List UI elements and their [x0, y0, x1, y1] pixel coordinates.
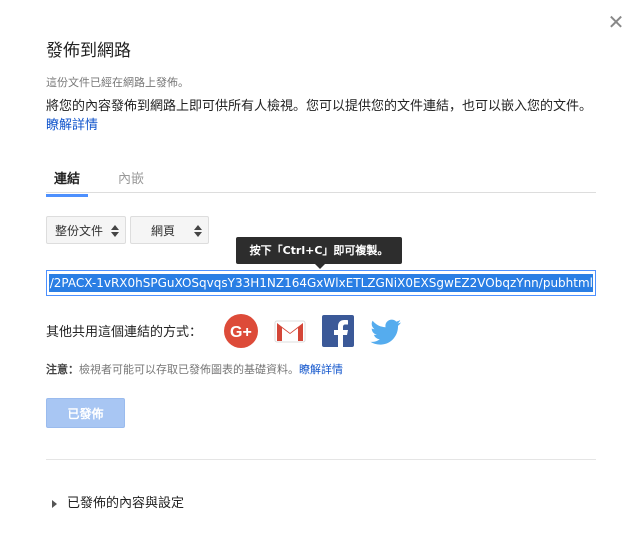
tab-link[interactable]: 連結 [46, 168, 89, 197]
expander-label: 已發佈的內容與設定 [67, 496, 185, 511]
learn-more-link[interactable]: 瞭解詳情 [46, 118, 98, 133]
publish-url-selected-text: https://docs.google.com/spreadsheets/d/e… [49, 274, 593, 292]
published-settings-expander[interactable]: 已發佈的內容與設定 [52, 492, 184, 511]
dialog-description: 將您的內容發佈到網路上即可供所有人檢視。您可以提供您的文件連結，也可以嵌入您的文… [46, 97, 596, 135]
scope-select[interactable]: 整份文件 [46, 216, 126, 244]
format-select[interactable]: 網頁 [130, 216, 209, 244]
tab-bar: 連結 內嵌 [46, 164, 596, 197]
publish-dialog: ✕ 發佈到網路 這份文件已經在網路上發佈。 將您的內容發佈到網路上即可供所有人檢… [0, 0, 640, 542]
publish-url-input[interactable]: https://docs.google.com/spreadsheets/d/e… [46, 270, 596, 296]
updown-arrow-icon [194, 225, 202, 237]
note-learn-more-link[interactable]: 瞭解詳情 [299, 363, 343, 376]
gmail-icon[interactable] [273, 314, 307, 348]
copy-tooltip: 按下「Ctrl+C」即可複製。 [236, 237, 402, 269]
tab-embed[interactable]: 內嵌 [110, 168, 152, 194]
scope-select-value: 整份文件 [55, 224, 104, 238]
note: 注意：檢視者可能可以存取已發佈圖表的基礎資料。瞭解詳情 [46, 361, 343, 377]
twitter-icon[interactable] [369, 314, 403, 348]
dialog-title: 發佈到網路 [46, 41, 131, 61]
divider [46, 459, 596, 460]
description-text: 將您的內容發佈到網路上即可供所有人檢視。您可以提供您的文件連結，也可以嵌入您的文… [46, 99, 593, 114]
note-prefix: 注意： [46, 363, 79, 376]
facebook-icon[interactable] [321, 314, 355, 348]
expand-triangle-icon [52, 499, 57, 508]
publish-status: 這份文件已經在網路上發佈。 [46, 76, 189, 89]
note-text: 檢視者可能可以存取已發佈圖表的基礎資料。 [79, 363, 299, 376]
google-plus-icon[interactable]: G+ [224, 314, 258, 348]
close-icon[interactable]: ✕ [606, 12, 626, 32]
published-button[interactable]: 已發佈 [46, 398, 125, 428]
format-select-value: 網頁 [151, 224, 176, 238]
updown-arrow-icon [111, 225, 119, 237]
svg-text:G+: G+ [230, 324, 252, 341]
share-label: 其他共用這個連結的方式： [46, 325, 203, 340]
